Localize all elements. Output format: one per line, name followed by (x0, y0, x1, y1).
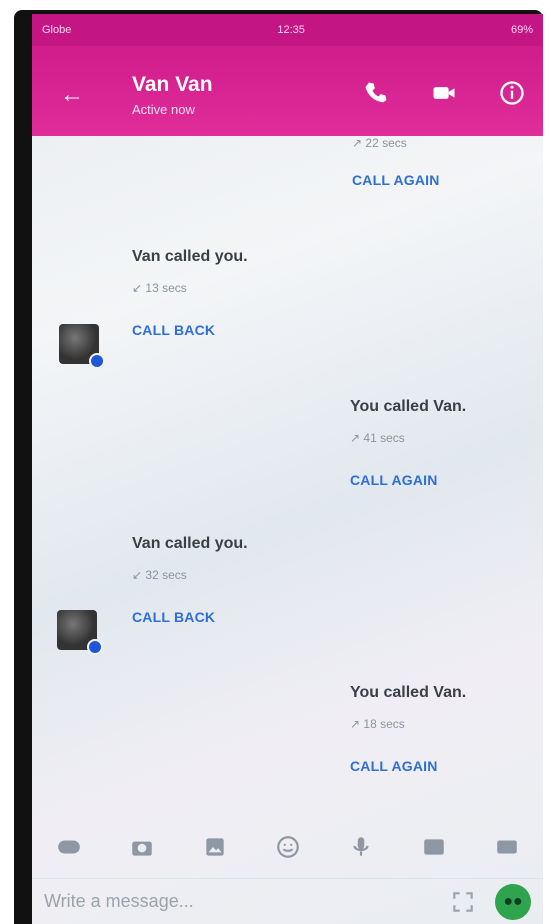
call-duration: ↙ 13 secs (132, 281, 187, 295)
message-item: Van called you. ↙ 13 secs CALL BACK (132, 248, 248, 338)
more-icon[interactable] (51, 833, 87, 861)
message-item: You called Van. ↗ 41 secs CALL AGAIN (350, 398, 466, 488)
status-bar: Globe 12:35 69% (32, 14, 543, 46)
call-back-button[interactable]: CALL BACK (132, 609, 248, 625)
message-input[interactable]: Write a message... (44, 891, 445, 912)
info-icon[interactable] (498, 79, 526, 107)
expand-icon[interactable] (445, 888, 481, 916)
alien-sticker-icon[interactable]: ●● (495, 883, 531, 920)
microphone-icon[interactable] (343, 833, 379, 861)
call-event-text: Van called you. (132, 535, 248, 552)
gif-icon[interactable] (416, 833, 452, 861)
call-duration: ↗ 18 secs (350, 717, 405, 731)
apps-icon[interactable] (489, 833, 525, 861)
call-event-text: You called Van. (350, 684, 467, 701)
avatar (59, 324, 105, 369)
call-event-text: You called Van. (350, 398, 467, 415)
message-item: ↗ 22 secs CALL AGAIN (352, 136, 440, 188)
clock: 12:35 (277, 24, 305, 36)
chat-header: ← Van Van Active now (32, 46, 543, 136)
message-list: ↗ 22 secs CALL AGAIN Van called you. ↙ 1… (32, 136, 543, 816)
call-duration: ↗ 22 secs (352, 136, 407, 150)
chat-screen: Globe 12:35 69% ← Van Van Active now ↗ 2… (32, 14, 543, 924)
contact-name: Van Van (132, 73, 213, 96)
message-item: Van called you. ↙ 32 secs CALL BACK (132, 535, 248, 625)
message-item: You called Van. ↗ 18 secs CALL AGAIN (350, 684, 466, 774)
call-event-text: Van called you. (132, 248, 248, 265)
call-duration: ↙ 32 secs (132, 568, 187, 582)
call-again-button[interactable]: CALL AGAIN (350, 758, 466, 774)
phone-icon[interactable] (362, 79, 390, 107)
battery-label: 69% (510, 24, 533, 36)
call-again-button[interactable]: CALL AGAIN (350, 472, 466, 488)
carrier-label: Globe (42, 24, 72, 36)
call-again-button[interactable]: CALL AGAIN (352, 172, 440, 188)
composer-toolbar (32, 819, 543, 874)
camera-icon[interactable] (124, 833, 160, 861)
back-icon[interactable]: ← (60, 81, 84, 109)
call-duration: ↗ 41 secs (350, 431, 405, 445)
active-status: Active now (132, 102, 195, 117)
video-icon[interactable] (430, 79, 458, 107)
emoji-icon[interactable] (270, 833, 306, 861)
avatar (57, 610, 103, 655)
message-composer: Write a message... ●● (32, 878, 543, 924)
gallery-icon[interactable] (197, 833, 233, 861)
call-back-button[interactable]: CALL BACK (132, 322, 248, 338)
